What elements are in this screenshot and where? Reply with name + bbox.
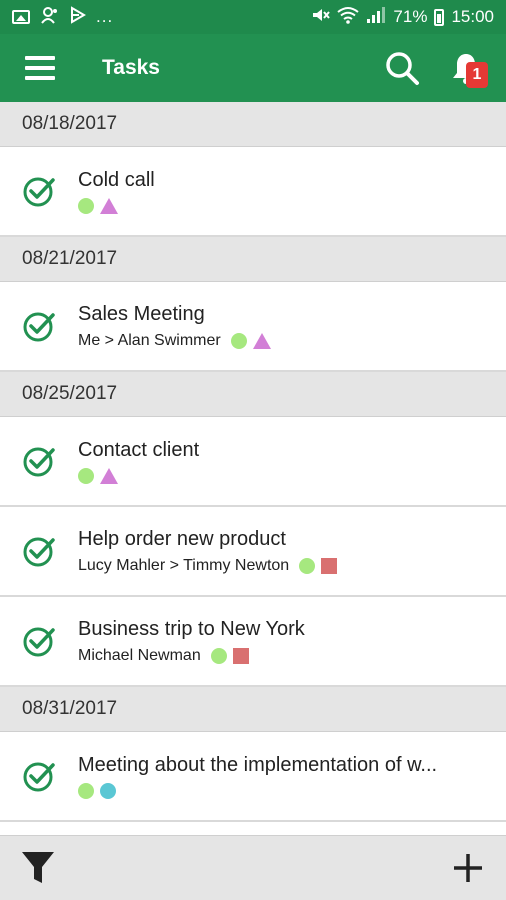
task-row[interactable]: Contact client — [0, 417, 506, 507]
status-bar: ... 71% 15:00 — [0, 0, 506, 34]
status-dot-green — [230, 332, 247, 349]
task-row[interactable]: Business trip to New York Michael Newman — [0, 597, 506, 687]
status-dot-green — [210, 647, 227, 664]
task-row[interactable]: Meeting about the implementation of w... — [0, 732, 506, 822]
search-icon — [386, 52, 419, 85]
notifications-button[interactable]: 1 — [434, 34, 498, 102]
task-title: Business trip to New York — [78, 617, 305, 640]
task-body: Business trip to New York Michael Newman — [78, 618, 506, 665]
status-dot-green — [78, 782, 94, 799]
task-row[interactable]: Cold call — [0, 147, 506, 237]
task-title: Cold call — [78, 168, 155, 191]
task-meta — [78, 467, 506, 484]
filter-icon — [22, 852, 54, 883]
battery-icon — [434, 8, 445, 26]
task-assignment: Michael Newman — [78, 646, 201, 664]
task-title: Help order new product — [78, 527, 286, 550]
app-bar: Tasks 1 — [0, 34, 506, 102]
battery-percent: 71% — [393, 7, 428, 26]
priority-triangle — [100, 467, 118, 484]
complete-check-icon[interactable] — [0, 309, 78, 343]
filter-button[interactable] — [18, 848, 58, 888]
complete-check-icon[interactable] — [0, 759, 78, 793]
task-row[interactable]: Help order new product Lucy Mahler > Timm… — [0, 507, 506, 597]
date-header: 08/25/2017 — [0, 372, 506, 417]
page-title: Tasks — [102, 56, 160, 79]
task-body: Cold call — [78, 169, 506, 214]
wifi-icon — [337, 6, 360, 29]
status-dot-green — [78, 197, 94, 214]
complete-check-icon[interactable] — [0, 624, 78, 658]
priority-triangle — [100, 197, 118, 214]
priority-square — [232, 647, 249, 664]
status-dot-green — [299, 557, 316, 574]
date-header: 08/18/2017 — [0, 102, 506, 147]
task-body: Sales Meeting Me > Alan Swimmer — [78, 303, 506, 350]
task-body: Help order new product Lucy Mahler > Timm… — [78, 528, 506, 575]
task-body: Meeting about the implementation of w... — [78, 754, 506, 799]
mute-icon — [310, 6, 331, 29]
gallery-icon — [12, 10, 30, 24]
task-body: Contact client — [78, 439, 506, 484]
search-button[interactable] — [370, 34, 434, 102]
menu-button[interactable] — [0, 34, 80, 102]
bottom-bar — [0, 835, 506, 900]
task-title: Meeting about the implementation of w... — [78, 753, 438, 776]
priority-triangle — [252, 332, 271, 349]
status-more: ... — [96, 7, 114, 26]
task-assignment: Lucy Mahler > Timmy Newton — [78, 556, 290, 574]
contacts-icon — [40, 6, 60, 29]
hamburger-icon — [25, 56, 55, 80]
status-dot-green — [78, 467, 94, 484]
task-row[interactable]: Sales Meeting Me > Alan Swimmer — [0, 282, 506, 372]
status-bar-left: ... — [12, 5, 310, 29]
task-meta: Lucy Mahler > Timmy Newton — [78, 557, 506, 575]
complete-check-icon[interactable] — [0, 534, 78, 568]
task-meta — [78, 197, 506, 214]
date-header: 08/21/2017 — [0, 237, 506, 282]
task-meta: Me > Alan Swimmer — [78, 332, 506, 350]
date-header: 08/31/2017 — [0, 687, 506, 732]
task-list: 08/18/2017 Cold call 08/21/2017 Sales Meeti… — [0, 102, 506, 822]
task-title: Contact client — [78, 438, 200, 461]
complete-check-icon[interactable] — [0, 444, 78, 478]
priority-square — [321, 557, 338, 574]
status-time: 15:00 — [451, 7, 494, 26]
add-icon — [454, 854, 482, 882]
media-icon — [70, 5, 86, 29]
status-bar-right: 71% 15:00 — [310, 6, 494, 29]
status-dot-cyan — [100, 782, 116, 799]
add-button[interactable] — [448, 848, 488, 888]
signal-icon — [366, 6, 386, 29]
task-meta — [78, 782, 506, 799]
task-title: Sales Meeting — [78, 302, 205, 325]
notification-badge: 1 — [466, 62, 488, 88]
task-assignment: Me > Alan Swimmer — [78, 331, 221, 349]
complete-check-icon[interactable] — [0, 174, 78, 208]
task-meta: Michael Newman — [78, 647, 506, 665]
